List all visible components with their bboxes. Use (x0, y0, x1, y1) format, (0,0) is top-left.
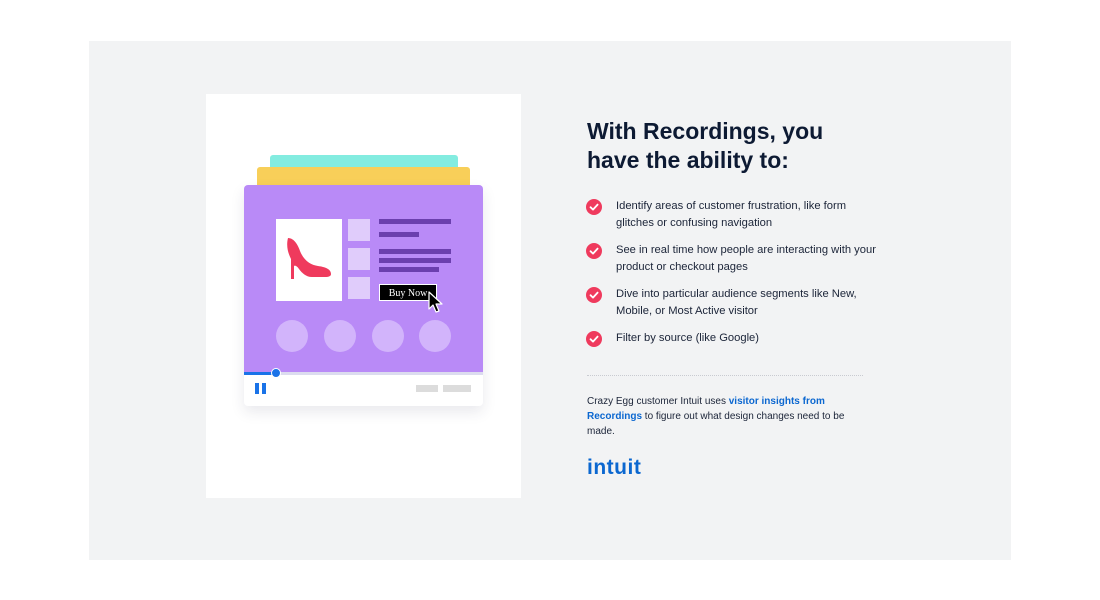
section-heading: With Recordings, you have the ability to… (587, 118, 824, 173)
check-icon (586, 243, 602, 259)
check-icon (586, 287, 602, 303)
intuit-logo: intuit (587, 456, 641, 478)
shoe-icon (287, 238, 331, 279)
svg-text:intuit: intuit (587, 456, 641, 478)
placeholder-circle (324, 320, 356, 352)
cursor-icon (428, 291, 443, 313)
feature-item: Filter by source (like Google) (586, 330, 876, 347)
placeholder-circle (372, 320, 404, 352)
progress-knob (271, 368, 281, 378)
thumbnail (348, 248, 370, 270)
placeholder-circle (276, 320, 308, 352)
pause-icon (255, 383, 266, 394)
check-icon (586, 331, 602, 347)
feature-item: Identify areas of customer frustration, … (586, 198, 876, 232)
text-line (379, 232, 419, 237)
feature-list: Identify areas of customer frustration, … (586, 198, 876, 357)
feature-item: Dive into particular audience segments l… (586, 286, 876, 320)
divider (587, 375, 863, 376)
thumbnail (348, 219, 370, 241)
feature-text: Dive into particular audience segments l… (616, 288, 857, 317)
product-image (276, 219, 342, 301)
feature-text: Filter by source (like Google) (616, 332, 760, 344)
check-icon (586, 199, 602, 215)
control-placeholder (416, 385, 438, 392)
feature-item: See in real time how people are interact… (586, 242, 876, 276)
text-line (379, 249, 451, 254)
thumbnail (348, 277, 370, 299)
customer-note: Crazy Egg customer Intuit uses visitor i… (587, 394, 863, 439)
text-line (379, 258, 451, 263)
control-placeholder (443, 385, 471, 392)
feature-text: Identify areas of customer frustration, … (616, 200, 847, 229)
text-line (379, 219, 451, 224)
note-text: Crazy Egg customer Intuit uses (587, 396, 729, 407)
placeholder-circle (419, 320, 451, 352)
feature-text: See in real time how people are interact… (616, 244, 876, 273)
text-line (379, 267, 439, 272)
